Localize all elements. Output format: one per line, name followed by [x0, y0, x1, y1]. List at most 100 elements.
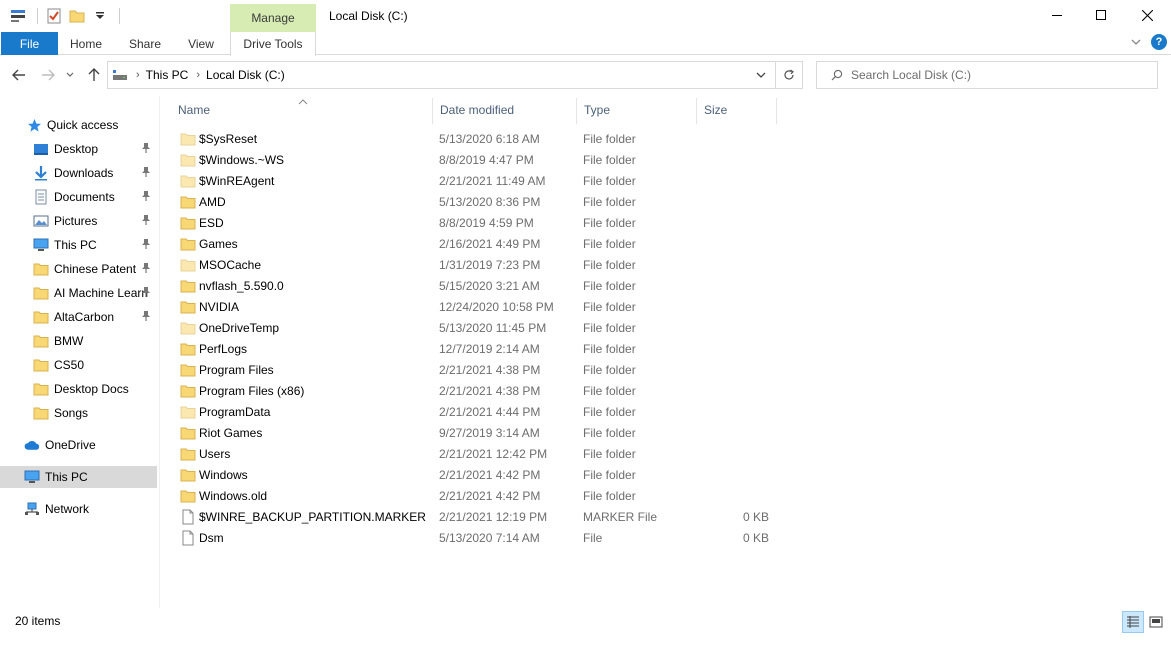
file-name-cell[interactable]: PerfLogs — [180, 338, 247, 359]
nav-quick-access[interactable]: Quick access — [0, 114, 157, 136]
nav-onedrive[interactable]: OneDrive — [0, 434, 157, 456]
table-row[interactable]: Windows.old 2/21/2021 4:42 PM File folder — [170, 485, 780, 506]
pin-icon[interactable] — [141, 166, 153, 180]
file-name-cell[interactable]: ESD — [180, 212, 224, 233]
file-name-cell[interactable]: $WinREAgent — [180, 170, 274, 191]
nav-item-ai-machine-learning[interactable]: AI Machine Learn — [0, 282, 157, 304]
nav-item-chinese-patent[interactable]: Chinese Patent — [0, 258, 157, 280]
pin-icon[interactable] — [141, 238, 153, 252]
nav-network[interactable]: Network — [0, 498, 157, 520]
tab-home[interactable]: Home — [63, 32, 109, 55]
recent-locations-button[interactable] — [62, 64, 78, 86]
close-button[interactable] — [1124, 0, 1170, 30]
column-name[interactable]: Name — [170, 96, 432, 124]
table-row[interactable]: $WINRE_BACKUP_PARTITION.MARKER 2/21/2021 … — [170, 506, 780, 527]
breadcrumb-chevron-icon[interactable]: › — [196, 69, 200, 81]
file-name-cell[interactable]: nvflash_5.590.0 — [180, 275, 284, 296]
up-button[interactable] — [83, 64, 105, 86]
table-row[interactable]: NVIDIA 12/24/2020 10:58 PM File folder — [170, 296, 780, 317]
nav-item-cs50[interactable]: CS50 — [0, 354, 157, 376]
tab-file[interactable]: File — [1, 32, 58, 55]
tab-share[interactable]: Share — [122, 32, 168, 55]
pin-icon[interactable] — [141, 190, 153, 204]
nav-item-bmw[interactable]: BMW — [0, 330, 157, 352]
tab-drive-tools[interactable]: Drive Tools — [230, 32, 316, 56]
search-box[interactable]: Search Local Disk (C:) — [816, 61, 1158, 89]
nav-item-songs[interactable]: Songs — [0, 402, 157, 424]
maximize-button[interactable] — [1078, 0, 1124, 30]
table-row[interactable]: Users 2/21/2021 12:42 PM File folder — [170, 443, 780, 464]
nav-item-desktop[interactable]: Desktop — [0, 138, 157, 160]
nav-item-pictures[interactable]: Pictures — [0, 210, 157, 232]
table-row[interactable]: $WinREAgent 2/21/2021 11:49 AM File folder — [170, 170, 780, 191]
table-row[interactable]: $SysReset 5/13/2020 6:18 AM File folder — [170, 128, 780, 149]
file-name-cell[interactable]: Users — [180, 443, 230, 464]
file-name-cell[interactable]: $SysReset — [180, 128, 257, 149]
table-row[interactable]: Program Files 2/21/2021 4:38 PM File folde… — [170, 359, 780, 380]
pin-icon[interactable] — [141, 310, 153, 324]
minimize-button[interactable] — [1034, 0, 1080, 30]
table-row[interactable]: AMD 5/13/2020 8:36 PM File folder — [170, 191, 780, 212]
properties-icon[interactable] — [44, 6, 64, 26]
file-name-cell[interactable]: NVIDIA — [180, 296, 239, 317]
toolbar-separator — [119, 8, 120, 24]
column-type[interactable]: Type — [576, 96, 696, 124]
table-row[interactable]: Program Files (x86) 2/21/2021 4:38 PM File… — [170, 380, 780, 401]
breadcrumb-local-disk[interactable]: Local Disk (C:) — [206, 68, 285, 82]
table-row[interactable]: MSOCache 1/31/2019 7:23 PM File folder — [170, 254, 780, 275]
pin-icon[interactable] — [141, 142, 153, 156]
back-button[interactable] — [8, 64, 30, 86]
table-row[interactable]: PerfLogs 12/7/2019 2:14 AM File folder — [170, 338, 780, 359]
forward-button[interactable] — [37, 64, 59, 86]
manage-tab[interactable]: Manage — [230, 4, 316, 32]
file-name-cell[interactable]: $WINRE_BACKUP_PARTITION.MARKER — [180, 506, 426, 527]
file-name-cell[interactable]: $Windows.~WS — [180, 149, 284, 170]
table-row[interactable]: ESD 8/8/2019 4:59 PM File folder — [170, 212, 780, 233]
explorer-window-icon[interactable] — [8, 6, 28, 26]
table-row[interactable]: Windows 2/21/2021 4:42 PM File folder — [170, 464, 780, 485]
search-input[interactable]: Search Local Disk (C:) — [851, 68, 971, 82]
tab-view[interactable]: View — [180, 32, 222, 55]
refresh-button[interactable] — [776, 61, 803, 89]
table-row[interactable]: Riot Games 9/27/2019 3:14 AM File folder — [170, 422, 780, 443]
nav-this-pc[interactable]: This PC — [0, 466, 157, 488]
new-folder-icon[interactable] — [67, 6, 87, 26]
file-name-cell[interactable]: OneDriveTemp — [180, 317, 279, 338]
pin-icon[interactable] — [141, 286, 153, 300]
nav-item-desktop-docs[interactable]: Desktop Docs — [0, 378, 157, 400]
file-name-cell[interactable]: Riot Games — [180, 422, 262, 443]
file-name-cell[interactable]: Program Files — [180, 359, 274, 380]
address-bar[interactable]: › This PC › Local Disk (C:) — [107, 61, 776, 89]
table-row[interactable]: Dsm 5/13/2020 7:14 AM File 0 KB — [170, 527, 780, 548]
file-name-cell[interactable]: MSOCache — [180, 254, 261, 275]
nav-item-altacarbon[interactable]: AltaCarbon — [0, 306, 157, 328]
column-divider[interactable] — [776, 98, 777, 124]
customize-toolbar-icon[interactable] — [90, 6, 110, 26]
breadcrumb-chevron-icon[interactable]: › — [136, 69, 140, 81]
large-icons-view-button[interactable] — [1145, 611, 1167, 633]
table-row[interactable]: Games 2/16/2021 4:49 PM File folder — [170, 233, 780, 254]
file-name-cell[interactable]: AMD — [180, 191, 226, 212]
table-row[interactable]: OneDriveTemp 5/13/2020 11:45 PM File folde… — [170, 317, 780, 338]
expand-ribbon-button[interactable] — [1130, 36, 1144, 50]
table-row[interactable]: $Windows.~WS 8/8/2019 4:47 PM File folder — [170, 149, 780, 170]
nav-item-this-pc-pinned[interactable]: This PC — [0, 234, 157, 256]
nav-item-downloads[interactable]: Downloads — [0, 162, 157, 184]
table-row[interactable]: nvflash_5.590.0 5/15/2020 3:21 AM File fol… — [170, 275, 780, 296]
pin-icon[interactable] — [141, 214, 153, 228]
file-name-cell[interactable]: Program Files (x86) — [180, 380, 304, 401]
nav-item-documents[interactable]: Documents — [0, 186, 157, 208]
column-date-modified[interactable]: Date modified — [432, 96, 576, 124]
file-name-cell[interactable]: ProgramData — [180, 401, 270, 422]
file-name-cell[interactable]: Dsm — [180, 527, 224, 548]
address-history-button[interactable] — [755, 69, 767, 81]
help-button[interactable]: ? — [1151, 34, 1167, 50]
breadcrumb-this-pc[interactable]: This PC — [146, 68, 189, 82]
pin-icon[interactable] — [141, 262, 153, 276]
table-row[interactable]: ProgramData 2/21/2021 4:44 PM File folder — [170, 401, 780, 422]
file-name-cell[interactable]: Games — [180, 233, 238, 254]
file-name-cell[interactable]: Windows — [180, 464, 248, 485]
column-size[interactable]: Size — [696, 96, 776, 124]
file-name-cell[interactable]: Windows.old — [180, 485, 267, 506]
details-view-button[interactable] — [1122, 611, 1144, 633]
